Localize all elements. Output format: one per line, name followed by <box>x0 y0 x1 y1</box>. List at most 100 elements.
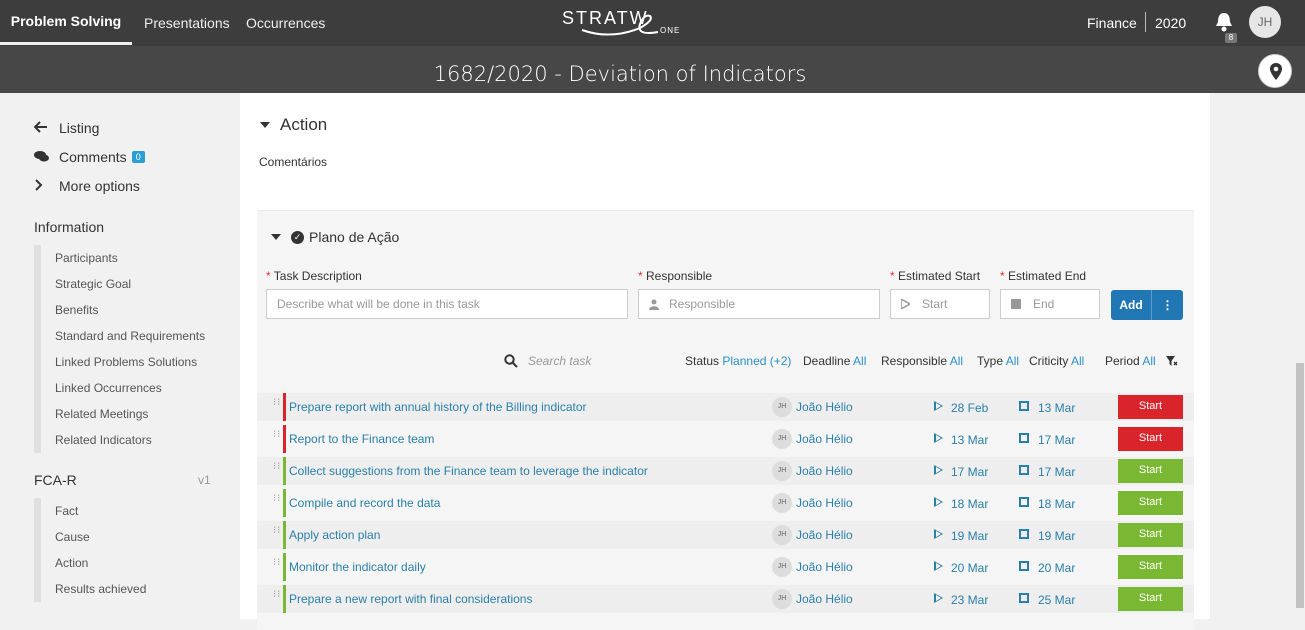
task-description[interactable]: Prepare a new report with final consider… <box>289 592 532 606</box>
start-task-button[interactable]: Start <box>1118 491 1183 515</box>
year-selector[interactable]: 2020 <box>1155 0 1186 46</box>
sidebar-item-cause[interactable]: Cause <box>55 524 146 550</box>
task-description[interactable]: Apply action plan <box>289 528 380 542</box>
task-responsible[interactable]: João Hélio <box>796 592 853 606</box>
start-task-button[interactable]: Start <box>1118 523 1183 547</box>
sidebar-item-fact[interactable]: Fact <box>55 498 146 524</box>
start-task-button[interactable]: Start <box>1118 459 1183 483</box>
nav-presentations[interactable]: Presentations <box>144 0 230 46</box>
drag-handle-icon[interactable]: ⁝⁝ <box>273 430 281 446</box>
play-icon <box>934 401 943 411</box>
table-row[interactable]: ⁝⁝ Prepare report with annual history of … <box>257 393 1194 421</box>
location-button[interactable] <box>1258 54 1292 88</box>
map-pin-icon <box>1270 63 1282 80</box>
sidebar-listing[interactable]: Listing <box>33 120 100 136</box>
start-task-button[interactable]: Start <box>1118 427 1183 451</box>
sidebar-item-related-indicators[interactable]: Related Indicators <box>55 427 205 453</box>
sidebar-item-related-meetings[interactable]: Related Meetings <box>55 401 205 427</box>
sidebar-item-linked-problems[interactable]: Linked Problems Solutions <box>55 349 205 375</box>
sidebar-item-results[interactable]: Results achieved <box>55 576 146 602</box>
task-description[interactable]: Report to the Finance team <box>289 432 434 446</box>
sidebar-item-action[interactable]: Action <box>55 550 146 576</box>
main-content: Action Comentários ✓ Plano de Ação * Tas… <box>240 93 1210 630</box>
start-task-button[interactable]: Start <box>1118 587 1183 611</box>
fcar-heading: FCA-R <box>34 472 77 488</box>
nav-problem-solving[interactable]: Problem Solving <box>0 0 132 45</box>
table-row[interactable]: ⁝⁝ Compile and record the data JH João Héli… <box>257 489 1194 517</box>
drag-handle-icon[interactable]: ⁝⁝ <box>273 494 281 510</box>
search-icon[interactable] <box>504 354 518 368</box>
bell-icon[interactable] <box>1214 11 1234 33</box>
sidebar-listing-label: Listing <box>59 120 100 136</box>
sidebar-more-options[interactable]: More options <box>34 178 140 194</box>
task-description[interactable]: Collect suggestions from the Finance tea… <box>289 464 648 478</box>
sidebar-item-participants[interactable]: Participants <box>55 245 205 271</box>
user-avatar[interactable]: JH <box>1249 6 1281 38</box>
stop-icon <box>1011 299 1021 309</box>
drag-handle-icon[interactable]: ⁝⁝ <box>273 398 281 414</box>
table-row[interactable]: ⁝⁝ Collect suggestions from the Finance t… <box>257 457 1194 485</box>
table-row[interactable]: ⁝⁝ Report to the Finance team JH João Hélio… <box>257 425 1194 453</box>
task-start-date: 17 Mar <box>951 465 989 479</box>
filter-status[interactable]: Status Planned (+2) <box>685 354 791 368</box>
task-responsible[interactable]: João Hélio <box>796 560 853 574</box>
check-circle-icon: ✓ <box>291 230 304 244</box>
task-responsible[interactable]: João Hélio <box>796 400 853 414</box>
task-description[interactable]: Monitor the indicator daily <box>289 560 426 574</box>
sidebar-item-strategic-goal[interactable]: Strategic Goal <box>55 271 205 297</box>
table-row[interactable]: ⁝⁝ Apply action plan JH João Hélio 19 Mar 19 … <box>257 521 1194 549</box>
filter-criticity[interactable]: Criticity All <box>1029 354 1084 368</box>
task-responsible[interactable]: João Hélio <box>796 496 853 510</box>
nav-occurrences[interactable]: Occurrences <box>246 0 325 46</box>
status-indicator <box>283 393 286 421</box>
sidebar: Listing Comments 0 More options Informat… <box>0 93 240 619</box>
avatar: JH <box>772 557 792 577</box>
table-row[interactable]: ⁝⁝ Prepare a new report with final consid… <box>257 585 1194 613</box>
task-description[interactable]: Prepare report with annual history of th… <box>289 400 587 414</box>
sidebar-item-standard[interactable]: Standard and Requirements <box>55 323 205 349</box>
responsible-input[interactable]: Responsible <box>638 289 880 319</box>
more-vert-icon[interactable]: ⋮ <box>1151 290 1183 320</box>
task-responsible[interactable]: João Hélio <box>796 464 853 478</box>
sidebar-item-benefits[interactable]: Benefits <box>55 297 205 323</box>
filter-type[interactable]: Type All <box>977 354 1019 368</box>
clear-filter-icon[interactable] <box>1166 355 1178 367</box>
start-task-button[interactable]: Start <box>1118 395 1183 419</box>
plan-toggle[interactable]: ✓ Plano de Ação <box>271 229 399 245</box>
title-bar: 1682/2020 - Deviation of Indicators <box>0 46 1305 93</box>
task-end-date: 17 Mar <box>1038 465 1076 479</box>
end-date-input[interactable]: End <box>1000 289 1100 319</box>
avatar: JH <box>772 461 792 481</box>
task-responsible[interactable]: João Hélio <box>796 528 853 542</box>
scrollbar[interactable] <box>1294 93 1305 619</box>
filter-deadline[interactable]: Deadline All <box>803 354 866 368</box>
arrow-left-icon <box>33 120 50 136</box>
search-task-input[interactable]: Search task <box>528 354 591 368</box>
sidebar-comments[interactable]: Comments 0 <box>34 149 145 165</box>
drag-handle-icon[interactable]: ⁝⁝ <box>273 558 281 574</box>
filter-period[interactable]: Period All <box>1105 354 1156 368</box>
task-label: * Task Description <box>266 269 362 283</box>
drag-handle-icon[interactable]: ⁝⁝ <box>273 590 281 606</box>
stop-icon <box>1019 593 1029 603</box>
task-description-input[interactable]: Describe what will be done in this task <box>266 289 628 319</box>
action-section-toggle[interactable]: Action <box>260 115 327 135</box>
scrollbar-thumb[interactable] <box>1296 363 1304 608</box>
stop-icon <box>1019 401 1029 411</box>
task-description[interactable]: Compile and record the data <box>289 496 440 510</box>
task-responsible[interactable]: João Hélio <box>796 432 853 446</box>
information-list: Participants Strategic Goal Benefits Sta… <box>34 245 205 453</box>
add-button-label: Add <box>1119 298 1143 312</box>
drag-handle-icon[interactable]: ⁝⁝ <box>273 462 281 478</box>
table-row[interactable]: ⁝⁝ Monitor the indicator daily JH João Héli… <box>257 553 1194 581</box>
filter-responsible[interactable]: Responsible All <box>881 354 963 368</box>
start-date-input[interactable]: Start <box>890 289 990 319</box>
start-task-button[interactable]: Start <box>1118 555 1183 579</box>
sidebar-item-linked-occurrences[interactable]: Linked Occurrences <box>55 375 205 401</box>
stratws-logo[interactable]: STRATW ONE <box>560 4 690 38</box>
area-selector[interactable]: Finance <box>1087 0 1137 46</box>
drag-handle-icon[interactable]: ⁝⁝ <box>273 526 281 542</box>
status-indicator <box>283 585 286 613</box>
add-button[interactable]: Add ⋮ <box>1111 290 1183 320</box>
comments-icon <box>34 150 50 165</box>
